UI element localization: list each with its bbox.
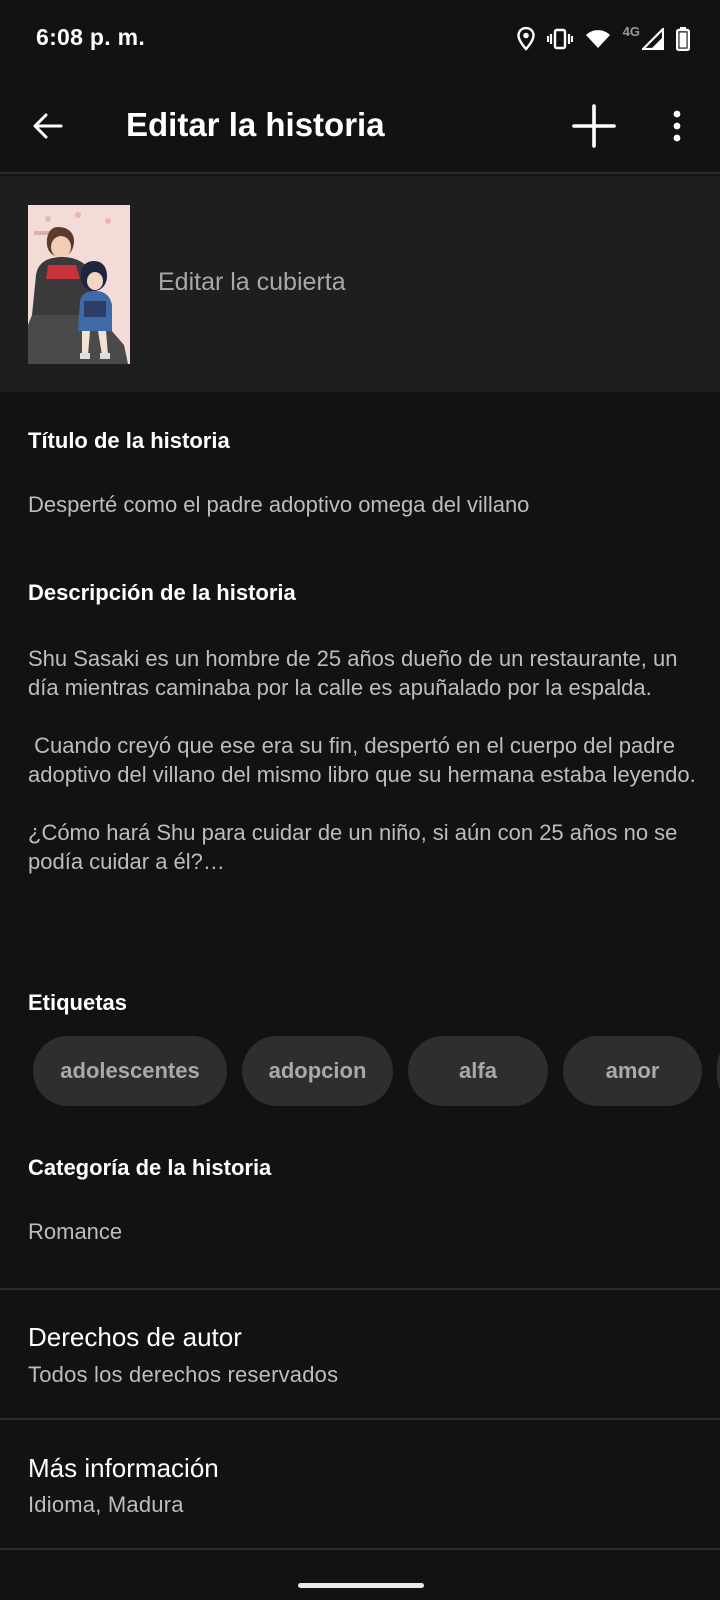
battery-icon xyxy=(676,27,690,51)
signal-icon xyxy=(642,28,664,50)
divider xyxy=(0,1418,720,1420)
category-field[interactable]: Romance xyxy=(28,1217,698,1246)
description-paragraph: Shu Sasaki es un hombre de 25 años dueño… xyxy=(28,646,678,700)
story-title-label: Título de la historia xyxy=(28,428,230,453)
description-paragraph: ¿Cómo hará Shu para cuidar de un niño, s… xyxy=(28,820,678,874)
copyright-value: Todos los derechos reservados xyxy=(28,1362,339,1387)
more-info-title: Más información xyxy=(28,1453,219,1483)
page-title: Editar la historia xyxy=(126,106,385,143)
plus-icon xyxy=(572,104,616,148)
vibrate-icon xyxy=(546,28,573,50)
tag-chip[interactable]: adolescentes xyxy=(33,1036,227,1106)
back-button[interactable] xyxy=(22,100,74,152)
category-label: Categoría de la historia xyxy=(28,1155,272,1180)
tag-chip[interactable]: alfa xyxy=(408,1036,548,1106)
divider xyxy=(0,1288,720,1290)
back-arrow-icon xyxy=(33,113,63,139)
status-time: 6:08 p. m. xyxy=(36,24,146,50)
edit-cover-label: Editar la cubierta xyxy=(158,268,346,296)
status-icons: 4G xyxy=(516,22,690,56)
story-description-label: Descripción de la historia xyxy=(28,580,296,605)
more-options-button[interactable] xyxy=(652,98,702,154)
tags-label: Etiquetas xyxy=(28,990,128,1015)
copyright-title: Derechos de autor xyxy=(28,1322,242,1352)
home-indicator[interactable] xyxy=(298,1583,424,1588)
wifi-icon xyxy=(585,28,611,50)
more-info-value: Idioma, Madura xyxy=(28,1492,184,1517)
tag-chip[interactable]: amor xyxy=(563,1036,702,1106)
story-description-field[interactable]: Shu Sasaki es un hombre de 25 años dueño… xyxy=(28,644,698,876)
location-icon xyxy=(516,27,535,51)
status-bar: 6:08 p. m. 4G xyxy=(0,0,720,78)
story-title-field[interactable]: Desperté como el padre adoptivo omega de… xyxy=(28,490,698,519)
cover-image[interactable] xyxy=(28,205,130,364)
divider xyxy=(0,1548,720,1550)
tag-chip[interactable]: adopcion xyxy=(242,1036,393,1106)
description-paragraph: Cuando creyó que ese era su fin, despert… xyxy=(28,733,696,787)
tags-list[interactable]: adolescentes adopcion alfa amor xyxy=(33,1036,720,1106)
app-bar: Editar la historia xyxy=(0,78,720,174)
more-vert-icon xyxy=(673,110,681,142)
edit-cover-row[interactable]: Editar la cubierta xyxy=(0,176,720,392)
add-part-button[interactable] xyxy=(566,98,622,154)
network-type-label: 4G xyxy=(622,23,640,39)
